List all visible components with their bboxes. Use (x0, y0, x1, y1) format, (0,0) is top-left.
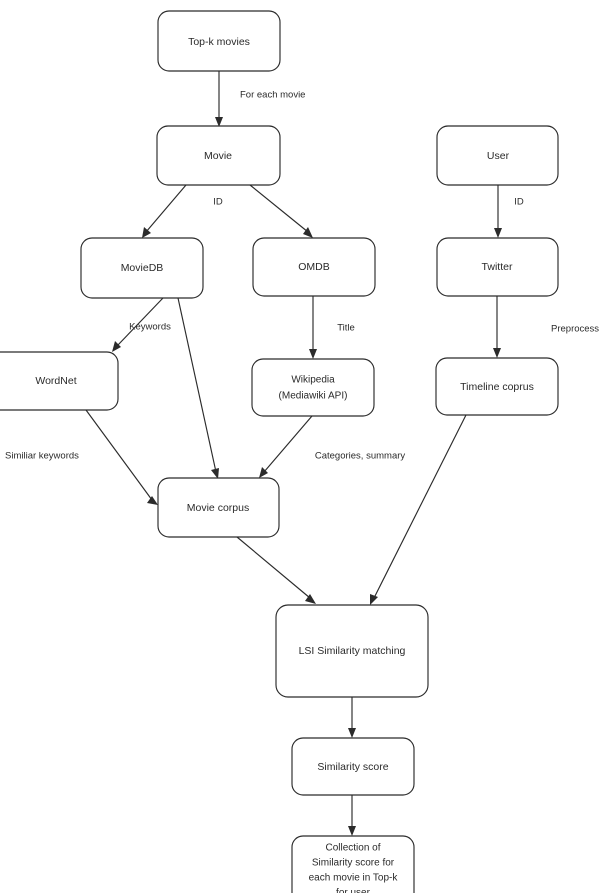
edge-timeline-to-lsi (370, 414, 467, 605)
edge-lsi-to-simscore (348, 697, 356, 738)
edge-label-title: Title (337, 323, 355, 334)
edge-label-preprocess: Preprocess (551, 324, 599, 335)
node-label-omdb: OMDB (298, 261, 330, 273)
node-omdb[interactable]: OMDB (252, 237, 376, 297)
edge-topk-to-movie (215, 71, 223, 127)
flowchart-canvas: For each movie ID ID Keywords Title Prep… (0, 10, 599, 893)
node-label-movie: Movie (204, 150, 232, 162)
node-label-topk-movies: Top-k movies (188, 36, 250, 48)
edge-label-id-movie: ID (213, 197, 223, 208)
edge-omdb-to-wikipedia (309, 296, 317, 359)
edge-moviedb-to-moviecorpus (177, 297, 219, 479)
node-label-timeline-coprus: Timeline coprus (460, 381, 534, 393)
edge-user-to-twitter (494, 185, 502, 238)
edge-label-categories-summary: Categories, summary (315, 451, 406, 462)
node-label-user: User (487, 150, 510, 162)
node-label-collection-line3: each movie in Top-k (309, 873, 399, 884)
edge-simscore-to-collection (348, 795, 356, 836)
node-topk-movies[interactable]: Top-k movies (157, 10, 281, 72)
edge-wordnet-to-moviecorpus (85, 409, 158, 505)
edge-wikipedia-to-moviecorpus (259, 415, 313, 478)
node-similarity-score[interactable]: Similarity score (291, 737, 415, 796)
node-label-wikipedia-line2: (Mediawiki API) (279, 391, 348, 402)
node-label-wordnet: WordNet (35, 375, 76, 387)
edge-movie-to-moviedb (142, 184, 187, 238)
node-label-similarity-score: Similarity score (317, 761, 388, 773)
node-user[interactable]: User (436, 125, 559, 186)
node-moviedb[interactable]: MovieDB (80, 237, 204, 299)
edge-label-similiar-keywords: Similiar keywords (5, 451, 79, 462)
node-label-collection-line2: Similarity score for (312, 858, 395, 869)
edge-movie-to-omdb (249, 184, 313, 238)
node-wordnet[interactable]: WordNet (0, 351, 119, 411)
flowchart-diagram: For each movie ID ID Keywords Title Prep… (0, 0, 610, 893)
node-label-collection-line1: Collection of (325, 843, 380, 854)
edge-twitter-to-timeline (493, 296, 501, 358)
edge-label-keywords: Keywords (129, 322, 171, 333)
node-movie-corpus[interactable]: Movie corpus (157, 477, 280, 538)
edge-label-id-user: ID (514, 197, 524, 208)
node-label-collection-line4: for user (336, 888, 371, 893)
node-twitter[interactable]: Twitter (436, 237, 559, 297)
node-lsi-similarity-matching[interactable]: LSI Similarity matching (275, 604, 429, 698)
node-collection-of-similarity-score[interactable]: Collection of Similarity score for each … (291, 835, 415, 893)
node-timeline-coprus[interactable]: Timeline coprus (435, 357, 559, 416)
node-movie[interactable]: Movie (156, 125, 281, 186)
edge-moviecorpus-to-lsi (236, 536, 316, 604)
node-label-wikipedia-line1: Wikipedia (291, 375, 335, 386)
node-label-movie-corpus: Movie corpus (187, 502, 249, 514)
edge-label-for-each-movie: For each movie (240, 90, 305, 101)
node-label-moviedb: MovieDB (121, 262, 164, 274)
node-label-lsi-similarity-matching: LSI Similarity matching (299, 645, 406, 657)
node-label-twitter: Twitter (482, 261, 513, 273)
node-wikipedia[interactable]: Wikipedia (Mediawiki API) (251, 358, 375, 417)
